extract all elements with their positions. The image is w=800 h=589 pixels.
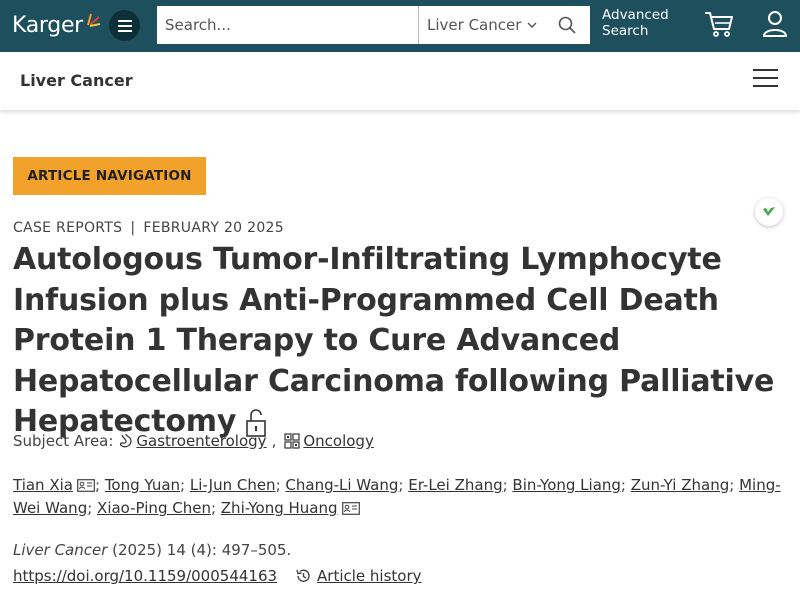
search-bar: Liver Cancer — [157, 6, 590, 44]
journal-menu-button[interactable] — [753, 68, 778, 93]
author-link[interactable]: Xiao-Ping Chen — [97, 499, 211, 517]
meta-separator: | — [130, 220, 136, 236]
logo-text: Karger — [12, 12, 83, 38]
logo-burst-icon — [86, 13, 101, 27]
history-icon — [295, 568, 311, 584]
advanced-search-line2: Search — [602, 23, 649, 39]
chevron-down-icon — [527, 22, 537, 28]
hamburger-icon — [753, 69, 778, 87]
subject-label: Subject Area: — [13, 432, 114, 450]
oncology-icon — [284, 433, 300, 449]
author-link[interactable]: Chang-Li Wang — [285, 476, 398, 494]
search-icon — [558, 16, 576, 34]
user-account-button[interactable] — [762, 10, 788, 43]
citation-journal: Liver Cancer — [13, 541, 108, 559]
article-title-text: Autologous Tumor-Infiltrating Lymphocyte… — [13, 242, 775, 439]
subject-comma: , — [271, 432, 277, 450]
doi-link[interactable]: https://doi.org/10.1159/000544163 — [13, 567, 277, 585]
article-navigation-button[interactable]: ARTICLE NAVIGATION — [13, 157, 206, 195]
author-link[interactable]: Zhi-Yong Huang — [221, 499, 338, 517]
article-type: CASE REPORTS — [13, 220, 123, 236]
search-submit-button[interactable] — [544, 6, 590, 44]
article-meta: CASE REPORTS | FEBRUARY 20 2025 — [13, 220, 284, 236]
article-title: Autologous Tumor-Infiltrating Lymphocyte… — [13, 240, 800, 443]
author-list: Tian Xia; Tong Yuan; Li-Jun Chen; Chang-… — [13, 476, 781, 517]
citation: Liver Cancer (2025) 14 (4): 497–505. — [13, 541, 291, 559]
journal-bar: Liver Cancer — [0, 52, 800, 110]
doi-row: https://doi.org/10.1159/000544163 Articl… — [13, 567, 422, 585]
article-history-label: Article history — [317, 567, 422, 585]
karger-logo[interactable]: Karger — [12, 8, 101, 42]
menu-icon — [117, 19, 132, 32]
author-link[interactable]: Tong Yuan — [105, 476, 180, 494]
publication-date: FEBRUARY 20 2025 — [143, 220, 284, 236]
user-icon — [763, 11, 787, 37]
author-link[interactable]: Zun-Yi Zhang — [631, 476, 730, 494]
cart-icon — [705, 12, 733, 37]
author-link[interactable]: Tian Xia — [13, 476, 73, 494]
author-link[interactable]: Bin-Yong Liang — [512, 476, 621, 494]
top-navigation-bar: Karger Liver Cancer Advanced — [0, 0, 800, 52]
journal-name-link[interactable]: Liver Cancer — [20, 71, 133, 90]
search-scope-value: Liver Cancer — [427, 16, 522, 34]
cart-button[interactable] — [704, 10, 734, 43]
advanced-search-link[interactable]: Advanced Search — [602, 7, 682, 39]
advanced-search-line1: Advanced — [602, 7, 669, 23]
search-scope-select[interactable]: Liver Cancer — [419, 6, 544, 44]
author-link[interactable]: Li-Jun Chen — [190, 476, 276, 494]
contact-card-icon[interactable] — [77, 479, 95, 492]
citation-details: (2025) 14 (4): 497–505. — [107, 541, 292, 559]
contact-card-icon[interactable] — [341, 502, 360, 515]
checkmark-leaf-icon — [763, 207, 775, 216]
stomach-icon — [117, 433, 133, 449]
subject-link-gastroenterology[interactable]: Gastroenterology — [136, 432, 266, 450]
main-menu-button[interactable] — [109, 10, 140, 41]
article-history-button[interactable]: Article history — [295, 567, 422, 585]
search-input[interactable] — [157, 6, 419, 44]
subject-link-oncology[interactable]: Oncology — [303, 432, 373, 450]
subject-area: Subject Area: Gastroenterology , Oncolog… — [13, 432, 374, 450]
altmetric-badge[interactable] — [755, 198, 783, 226]
author-link[interactable]: Er-Lei Zhang — [408, 476, 502, 494]
